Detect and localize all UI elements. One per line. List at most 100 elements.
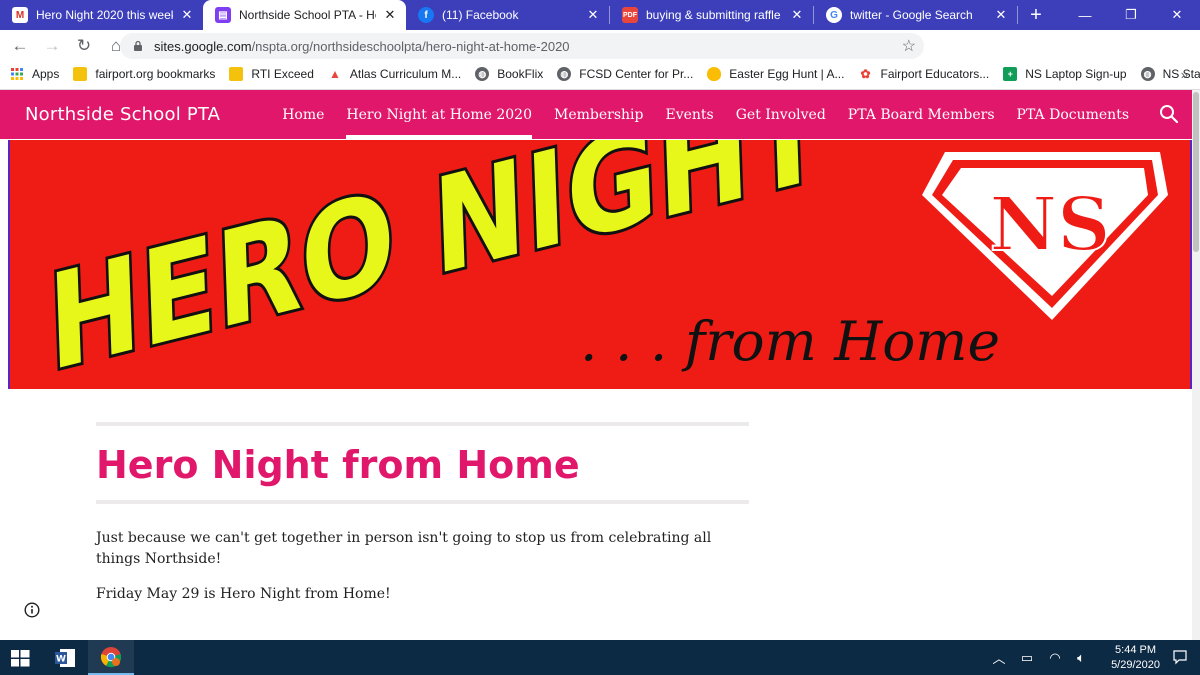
back-arrow-icon[interactable]: ← — [6, 32, 34, 60]
gmail-icon: M — [12, 7, 28, 23]
facebook-icon: f — [418, 7, 434, 23]
bookmark-label: NS Laptop Sign-up — [1025, 67, 1127, 81]
tab-title: twitter - Google Search — [850, 8, 973, 22]
nav-documents[interactable]: PTA Documents — [1006, 90, 1140, 139]
reload-icon[interactable]: ↻ — [70, 32, 98, 60]
bookmark-rti[interactable]: RTI Exceed — [229, 67, 314, 81]
more-bookmarks-icon[interactable]: » — [1181, 62, 1188, 86]
banner-subline: . . . from Home — [580, 310, 1000, 373]
divider-bottom — [96, 500, 749, 504]
close-icon[interactable]: ✕ — [179, 7, 195, 23]
chrome-icon — [100, 646, 122, 667]
address-bar[interactable]: sites.google.com/nspta.org/northsidescho… — [120, 33, 924, 59]
tab-northside-pta[interactable]: ▤ Northside School PTA - Hero N ✕ — [203, 0, 406, 30]
url-path: /nspta.org/northsideschoolpta/hero-night… — [251, 38, 570, 54]
globe-icon: ◍ — [557, 67, 572, 81]
atlas-icon: ▲ — [328, 67, 341, 81]
new-tab-button[interactable]: + — [1022, 0, 1050, 30]
close-icon[interactable]: ✕ — [993, 7, 1009, 23]
forward-arrow-icon[interactable]: → — [38, 32, 66, 60]
close-icon[interactable]: ✕ — [382, 7, 398, 23]
taskbar-word[interactable]: W — [42, 640, 88, 675]
tab-facebook[interactable]: f (11) Facebook ✕ — [406, 0, 609, 30]
tab-gmail[interactable]: M Hero Night 2020 this week!! - ✕ — [0, 0, 203, 30]
site-title[interactable]: Northside School PTA — [25, 104, 220, 125]
browser-toolbar: ← → ↻ ⌂ sites.google.com/nspta.org/north… — [0, 30, 1200, 85]
bookmark-label: fairport.org bookmarks — [95, 67, 216, 81]
bookmark-bookflix[interactable]: ◍ BookFlix — [475, 67, 543, 81]
hero-night-banner: HERO NIGHT . . . from Home NS — [8, 140, 1192, 389]
nav-events[interactable]: Events — [654, 90, 724, 139]
bookmark-educators[interactable]: ✿ Fairport Educators... — [858, 67, 989, 81]
clock-date: 5/29/2020 — [1111, 659, 1160, 671]
bookmark-fairport[interactable]: fairport.org bookmarks — [73, 67, 215, 81]
bookmark-apps[interactable]: Apps — [10, 67, 59, 81]
search-icon[interactable] — [1158, 103, 1180, 125]
sheets-icon: + — [1003, 67, 1018, 81]
globe-icon: ◍ — [1140, 67, 1155, 81]
close-window-icon[interactable]: ✕ — [1154, 0, 1200, 30]
bookmark-label: Easter Egg Hunt | A... — [729, 67, 845, 81]
folder-icon — [229, 67, 244, 81]
tab-google-search[interactable]: G twitter - Google Search ✕ — [814, 0, 1017, 30]
tab-title: Hero Night 2020 this week!! - — [36, 8, 173, 22]
tray-chevron-icon[interactable]: ︿ — [990, 640, 1008, 675]
close-icon[interactable]: ✕ — [585, 7, 601, 23]
google-sites-icon: ▤ — [215, 7, 231, 23]
nav-membership[interactable]: Membership — [543, 90, 654, 139]
wifi-icon[interactable]: ◠ — [1046, 640, 1064, 675]
pdf-icon: PDF — [622, 7, 638, 23]
page-content: Hero Night from Home Just because we can… — [96, 422, 749, 605]
nav-board-members[interactable]: PTA Board Members — [837, 90, 1006, 139]
word-icon: W — [55, 648, 75, 667]
battery-icon[interactable]: ▭ — [1018, 640, 1036, 675]
close-icon[interactable]: ✕ — [789, 7, 805, 23]
windows-start-icon[interactable] — [8, 646, 32, 670]
notification-icon[interactable] — [1172, 649, 1188, 665]
bookmark-laptop-signup[interactable]: + NS Laptop Sign-up — [1003, 67, 1127, 81]
lock-icon — [134, 40, 142, 51]
bookmark-easter-egg[interactable]: Easter Egg Hunt | A... — [707, 67, 844, 81]
bookmark-label: Atlas Curriculum M... — [349, 67, 462, 81]
taskbar-chrome[interactable] — [88, 640, 134, 675]
google-icon: G — [826, 7, 842, 23]
site-header: Northside School PTA Home Hero Night at … — [0, 90, 1192, 139]
divider-top — [96, 422, 749, 426]
scrollbar-thumb[interactable] — [1193, 92, 1199, 252]
tab-raffle-pdf[interactable]: PDF buying & submitting raffle tick ✕ — [610, 0, 813, 30]
nav-home[interactable]: Home — [271, 90, 335, 139]
apps-grid-icon — [11, 68, 23, 80]
intro-paragraph: Just because we can't get together in pe… — [96, 530, 712, 567]
bookmark-label: Fairport Educators... — [880, 67, 990, 81]
bookmark-label: RTI Exceed — [251, 67, 314, 81]
shield-logo-text: NS — [989, 182, 1110, 268]
bookmark-label: BookFlix — [497, 67, 544, 81]
clock-time: 5:44 PM — [1115, 644, 1157, 656]
tab-separator — [1017, 6, 1018, 24]
nav-hero-night[interactable]: Hero Night at Home 2020 — [335, 90, 543, 139]
tab-title: buying & submitting raffle tick — [646, 8, 783, 22]
nav-get-involved[interactable]: Get Involved — [725, 90, 837, 139]
folder-icon — [73, 67, 88, 81]
date-paragraph: Friday May 29 is Hero Night from Home! — [96, 586, 391, 602]
bookmark-star-icon[interactable]: ☆ — [902, 36, 916, 56]
minimize-icon[interactable]: — — [1062, 0, 1108, 30]
system-clock[interactable]: 5:44 PM 5/29/2020 — [1111, 643, 1160, 673]
bookmark-label: Apps — [32, 67, 60, 81]
bookmark-fcsd[interactable]: ◍ FCSD Center for Pr... — [557, 67, 693, 81]
bookmarks-bar: Apps fairport.org bookmarks RTI Exceed ▲… — [0, 62, 1200, 86]
globe-icon: ◍ — [475, 67, 490, 81]
bookmark-staff-blog[interactable]: ◍ NS Staff Blog — [1140, 67, 1200, 81]
page-title: Hero Night from Home — [96, 443, 580, 487]
tab-title: (11) Facebook — [442, 8, 519, 22]
windows-taskbar: W ︿ ▭ ◠ 🔈︎ 5:44 PM 5/29/2020 — [0, 640, 1200, 675]
info-icon[interactable] — [24, 602, 40, 618]
egg-icon — [707, 67, 722, 81]
url-host: sites.google.com — [154, 38, 252, 54]
bookmark-atlas[interactable]: ▲ Atlas Curriculum M... — [328, 67, 461, 81]
banner-art: HERO NIGHT . . . from Home NS — [43, 140, 1168, 389]
bookmark-label: FCSD Center for Pr... — [579, 67, 694, 81]
site-nav: Home Hero Night at Home 2020 Membership … — [271, 90, 1140, 139]
restore-icon[interactable]: ❐ — [1108, 0, 1154, 30]
volume-icon[interactable]: 🔈︎ — [1072, 640, 1090, 675]
